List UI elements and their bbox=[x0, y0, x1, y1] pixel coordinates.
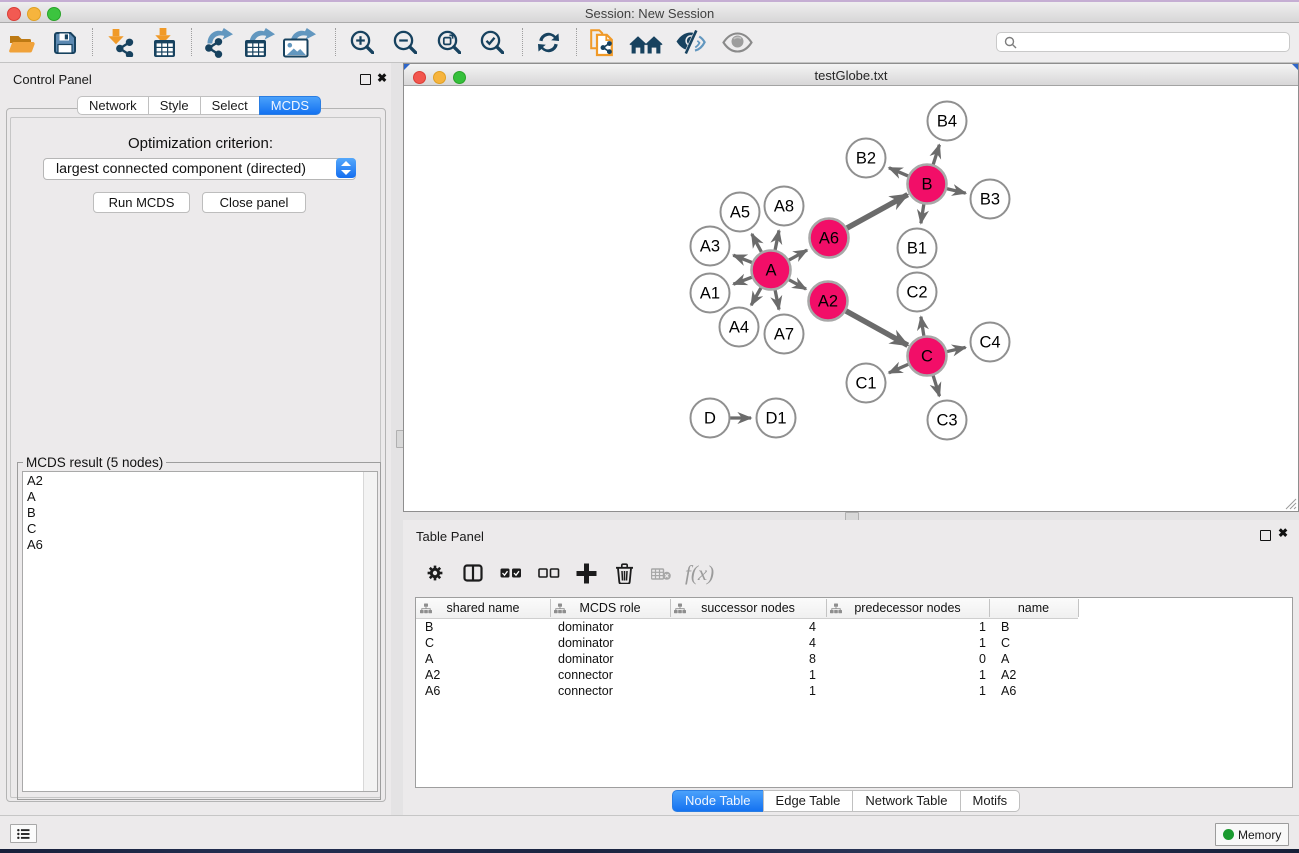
svg-text:A7: A7 bbox=[774, 326, 794, 344]
svg-text:B1: B1 bbox=[907, 240, 927, 258]
svg-text:A4: A4 bbox=[729, 319, 749, 337]
svg-text:C2: C2 bbox=[906, 284, 927, 302]
svg-text:C1: C1 bbox=[855, 375, 876, 393]
svg-text:A2: A2 bbox=[818, 293, 838, 311]
svg-text:A5: A5 bbox=[730, 204, 750, 222]
svg-text:C3: C3 bbox=[936, 412, 957, 430]
svg-text:A1: A1 bbox=[700, 285, 720, 303]
svg-text:D: D bbox=[704, 410, 716, 428]
svg-text:A: A bbox=[765, 262, 776, 280]
svg-text:A8: A8 bbox=[774, 198, 794, 216]
svg-text:B2: B2 bbox=[856, 150, 876, 168]
svg-text:C: C bbox=[921, 348, 933, 366]
svg-text:B4: B4 bbox=[937, 113, 957, 131]
svg-text:D1: D1 bbox=[765, 410, 786, 428]
svg-text:A6: A6 bbox=[819, 230, 839, 248]
svg-text:C4: C4 bbox=[979, 334, 1000, 352]
svg-text:B: B bbox=[921, 176, 932, 194]
svg-text:B3: B3 bbox=[980, 191, 1000, 209]
svg-text:A3: A3 bbox=[700, 238, 720, 256]
